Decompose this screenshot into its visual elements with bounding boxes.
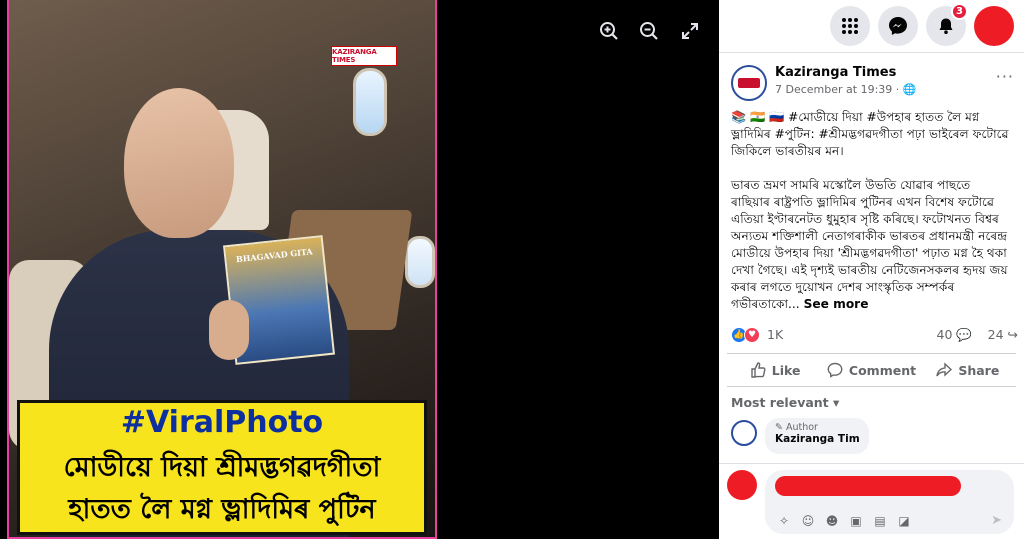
profile-avatar[interactable] — [974, 6, 1014, 46]
sticker-face-icon[interactable]: ◪ — [897, 514, 911, 528]
thumbs-up-icon — [751, 362, 766, 378]
post-paragraph-2-text: ভাৰত ভ্ৰমণ সামৰি মস্কোলৈ উভতি যোৱাৰ পাছত… — [731, 178, 1008, 311]
photo-viewer: BHAGAVAD GITA KAZIRANGA TIMES #ViralPhot… — [0, 0, 719, 539]
post-photo[interactable]: BHAGAVAD GITA KAZIRANGA TIMES #ViralPhot… — [7, 0, 437, 539]
zoom-out-icon — [640, 22, 658, 40]
post-panel: 3 Kaziranga Times 7 December at 19:39 · … — [719, 0, 1024, 539]
comment-input[interactable]: ✧ ☺ ☻ ▣ ▤ ◪ ➤ — [765, 470, 1014, 534]
comment-sort-dropdown[interactable]: Most relevant ▾ — [719, 387, 1024, 418]
post-paragraph-2: ভাৰত ভ্ৰমণ সামৰি মস্কোলৈ উভতি যোৱাৰ পাছত… — [731, 177, 1012, 313]
plane-window — [405, 236, 435, 288]
author-tag-text: Author — [785, 422, 818, 433]
commenter-avatar[interactable] — [731, 420, 757, 446]
gif-icon[interactable]: ▤ — [873, 514, 887, 528]
fullscreen-button[interactable] — [673, 14, 707, 48]
hand — [209, 300, 249, 360]
avatar-sticker-icon[interactable]: ☺ — [801, 514, 815, 528]
book-title: BHAGAVAD GITA — [235, 246, 313, 265]
share-icon — [936, 362, 953, 377]
comment-count[interactable]: 40 💬 — [937, 327, 972, 343]
messenger-button[interactable] — [878, 6, 918, 46]
comment-button[interactable]: Comment — [823, 354, 919, 386]
share-count-value: 24 — [987, 327, 1004, 342]
my-avatar — [727, 470, 757, 500]
caption-hashtag: #ViralPhoto — [120, 405, 324, 440]
reaction-icons[interactable]: 👍 ♥ — [731, 327, 760, 343]
reactions-bar: 👍 ♥ 1K 40 💬 24 ↪ — [719, 323, 1024, 349]
menu-grid-icon — [842, 18, 858, 34]
app-root: BHAGAVAD GITA KAZIRANGA TIMES #ViralPhot… — [0, 0, 1024, 539]
fullscreen-icon — [682, 23, 698, 39]
bell-icon — [939, 18, 953, 34]
post-header: Kaziranga Times 7 December at 19:39 · 🌐 … — [719, 61, 1024, 105]
send-icon[interactable]: ➤ — [991, 513, 1002, 528]
emoji-icon[interactable]: ☻ — [825, 514, 839, 528]
divider — [719, 52, 1024, 53]
menu-button[interactable] — [830, 6, 870, 46]
composer-tools: ✧ ☺ ☻ ▣ ▤ ◪ — [777, 514, 911, 528]
photo-caption: #ViralPhoto মোডীয়ে দিয়া শ্ৰীমদ্ভগৱদগীত… — [17, 400, 427, 535]
comment-bubble: ✎ Author Kaziranga Times — [765, 418, 869, 454]
camera-icon[interactable]: ▣ — [849, 514, 863, 528]
comment-icon — [827, 362, 843, 378]
page-name[interactable]: Kaziranga Times — [775, 65, 896, 80]
page-avatar[interactable] — [731, 65, 767, 101]
share-label: Share — [958, 362, 1000, 378]
love-reaction-icon: ♥ — [744, 327, 760, 343]
zoom-in-icon — [600, 22, 618, 40]
man-head — [124, 88, 234, 238]
share-count[interactable]: 24 ↪ — [988, 327, 1018, 342]
more-options-button[interactable]: ··· — [996, 67, 1014, 86]
notification-badge: 3 — [951, 3, 968, 20]
comment-composer: ✧ ☺ ☻ ▣ ▤ ◪ ➤ — [719, 463, 1024, 539]
notifications-button[interactable]: 3 — [926, 3, 968, 46]
comment-item: ✎ Author Kaziranga Times — [719, 418, 1024, 458]
reaction-count[interactable]: 1K — [767, 327, 783, 342]
post-actions: Like Comment Share — [727, 353, 1016, 387]
zoom-in-button[interactable] — [592, 14, 626, 48]
comment-count-value: 40 — [936, 327, 953, 342]
like-label: Like — [771, 362, 801, 378]
caption-line-1: মোডীয়ে দিয়া শ্ৰীমদ্ভগৱদগীতা — [63, 452, 381, 483]
zoom-out-button[interactable] — [632, 14, 666, 48]
post-paragraph-1: 📚 🇮🇳 🇷🇺 #মোডীয়ে দিয়া #উপহাৰ হাতত লৈ মগ… — [731, 110, 1009, 158]
sticker-icon[interactable]: ✧ — [777, 514, 791, 528]
like-button[interactable]: Like — [727, 354, 823, 386]
commenter-name[interactable]: Kaziranga Times — [775, 433, 859, 445]
author-tag: ✎ Author — [775, 422, 818, 433]
share-button[interactable]: Share — [920, 354, 1016, 386]
page-logo — [738, 78, 760, 88]
see-more-link[interactable]: See more — [804, 297, 869, 311]
plane-window — [353, 68, 387, 136]
redacted-input-text — [775, 476, 961, 496]
comment-label: Comment — [848, 362, 917, 378]
messenger-icon — [889, 17, 907, 35]
watermark-logo: KAZIRANGA TIMES — [331, 46, 397, 66]
post-timestamp[interactable]: 7 December at 19:39 · 🌐 — [775, 83, 916, 96]
post-body: 📚 🇮🇳 🇷🇺 #মোডীয়ে দিয়া #উপহাৰ হাতত লৈ মগ… — [719, 105, 1024, 313]
caption-line-2: হাতত লৈ মগ্ন ভ্লাদিমিৰ পুটিন — [68, 494, 376, 525]
top-nav: 3 — [719, 0, 1024, 52]
